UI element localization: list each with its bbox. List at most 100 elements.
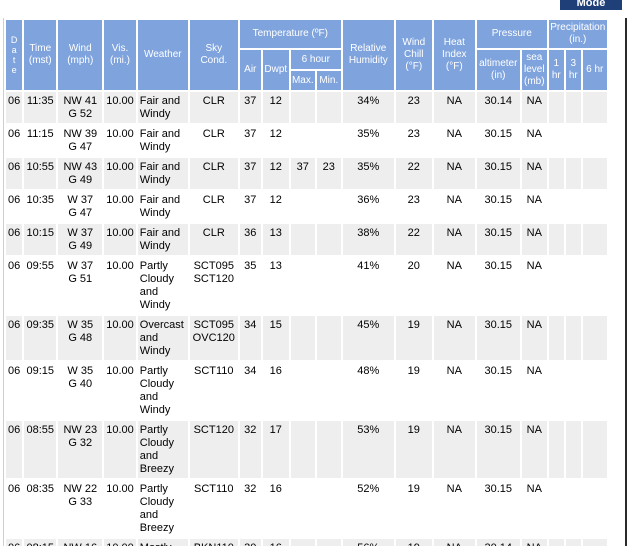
cell-visibility: 10.00: [104, 158, 136, 189]
cell-min: [316, 480, 341, 537]
cell-sky-condition: SCT120: [189, 421, 238, 478]
cell-precip-6hr: [582, 191, 607, 222]
cell-date: 06: [6, 539, 23, 546]
cell-date: 06: [6, 480, 23, 537]
header-precip-6hr: 6 hr: [582, 50, 607, 90]
top-bar: Mode: [0, 0, 640, 18]
cell-sky-condition: CLR: [189, 125, 238, 156]
cell-air: 34: [239, 362, 261, 419]
cell-visibility: 10.00: [104, 480, 136, 537]
cell-humidity: 35%: [342, 158, 394, 189]
cell-min: [316, 362, 341, 419]
cell-air: 37: [239, 158, 261, 189]
cell-min: 23: [316, 158, 341, 189]
cell-heat-index: NA: [433, 480, 475, 537]
cell-max: [290, 539, 315, 546]
cell-min: [316, 125, 341, 156]
cell-weather: Fair and Windy: [137, 191, 188, 222]
cell-max: [290, 362, 315, 419]
cell-date: 06: [6, 224, 23, 255]
cell-dewpoint: 12: [262, 158, 289, 189]
header-altimeter: altimeter (in): [476, 50, 520, 90]
cell-time: 11:35: [24, 92, 57, 123]
cell-date: 06: [6, 316, 23, 360]
cell-precip-1hr: [548, 480, 564, 537]
cell-altimeter: 30.15: [476, 191, 520, 222]
cell-precip-3hr: [565, 316, 581, 360]
cell-min: [316, 191, 341, 222]
cell-air: 35: [239, 257, 261, 314]
cell-time: 09:15: [24, 362, 57, 419]
cell-dewpoint: 16: [262, 539, 289, 546]
cell-precip-1hr: [548, 257, 564, 314]
cell-visibility: 10.00: [104, 191, 136, 222]
cell-precip-1hr: [548, 362, 564, 419]
cell-precip-1hr: [548, 191, 564, 222]
cell-sky-condition: SCT110: [189, 480, 238, 537]
cell-max: 37: [290, 158, 315, 189]
cell-wind: W 35 G 40: [58, 362, 103, 419]
cell-altimeter: 30.15: [476, 316, 520, 360]
cell-precip-6hr: [582, 316, 607, 360]
cell-sky-condition: BKN110: [189, 539, 238, 546]
weather-observations-table: D a t e Time (mst) Wind (mph) Vis. (mi.)…: [4, 18, 609, 546]
cell-visibility: 10.00: [104, 224, 136, 255]
cell-dewpoint: 12: [262, 191, 289, 222]
observations-frame[interactable]: D a t e Time (mst) Wind (mph) Vis. (mi.)…: [3, 18, 627, 546]
cell-precip-3hr: [565, 191, 581, 222]
cell-heat-index: NA: [433, 316, 475, 360]
cell-dewpoint: 13: [262, 257, 289, 314]
header-dewpoint: Dwpt: [262, 50, 289, 90]
cell-heat-index: NA: [433, 539, 475, 546]
cell-humidity: 52%: [342, 480, 394, 537]
cell-dewpoint: 13: [262, 224, 289, 255]
cell-sea-level: NA: [521, 480, 547, 537]
header-wind: Wind (mph): [58, 20, 103, 90]
table-row: 06 11:35 NW 41 G 52 10.00 Fair and Windy CLR 3…: [6, 92, 607, 123]
cell-wind: NW 16: [58, 539, 103, 546]
cell-precip-3hr: [565, 539, 581, 546]
header-pressure: Pressure: [476, 20, 547, 48]
cell-time: 11:15: [24, 125, 57, 156]
cell-visibility: 10.00: [104, 125, 136, 156]
cell-max: [290, 224, 315, 255]
cell-wind-chill: 23: [395, 191, 432, 222]
cell-heat-index: NA: [433, 257, 475, 314]
cell-humidity: 45%: [342, 316, 394, 360]
cell-altimeter: 30.14: [476, 539, 520, 546]
cell-weather: Partly Cloudy and Windy: [137, 362, 188, 419]
cell-heat-index: NA: [433, 158, 475, 189]
cell-precip-1hr: [548, 539, 564, 546]
table-row: 06 09:55 W 37 G 51 10.00 Partly Cloudy and W…: [6, 257, 607, 314]
cell-sea-level: NA: [521, 125, 547, 156]
cell-wind: W 37 G 47: [58, 191, 103, 222]
cell-min: [316, 92, 341, 123]
header-air: Air: [239, 50, 261, 90]
cell-sky-condition: SCT095 SCT120: [189, 257, 238, 314]
cell-sea-level: NA: [521, 224, 547, 255]
mode-tab[interactable]: Mode: [560, 0, 622, 10]
cell-max: [290, 92, 315, 123]
cell-sea-level: NA: [521, 257, 547, 314]
cell-sea-level: NA: [521, 316, 547, 360]
cell-wind-chill: 19: [395, 362, 432, 419]
cell-precip-6hr: [582, 92, 607, 123]
cell-min: [316, 316, 341, 360]
cell-heat-index: NA: [433, 125, 475, 156]
cell-precip-3hr: [565, 158, 581, 189]
cell-weather: Mostly: [137, 539, 188, 546]
cell-altimeter: 30.15: [476, 158, 520, 189]
cell-visibility: 10.00: [104, 539, 136, 546]
cell-sky-condition: SCT095 OVC120: [189, 316, 238, 360]
cell-altimeter: 30.15: [476, 480, 520, 537]
cell-min: [316, 539, 341, 546]
cell-heat-index: NA: [433, 224, 475, 255]
cell-heat-index: NA: [433, 362, 475, 419]
table-row: 06 10:55 NW 43 G 49 10.00 Fair and Windy CLR 3…: [6, 158, 607, 189]
cell-dewpoint: 16: [262, 480, 289, 537]
cell-sea-level: NA: [521, 539, 547, 546]
cell-sky-condition: CLR: [189, 92, 238, 123]
header-date: D a t e: [6, 20, 23, 90]
cell-precip-6hr: [582, 224, 607, 255]
cell-humidity: 41%: [342, 257, 394, 314]
